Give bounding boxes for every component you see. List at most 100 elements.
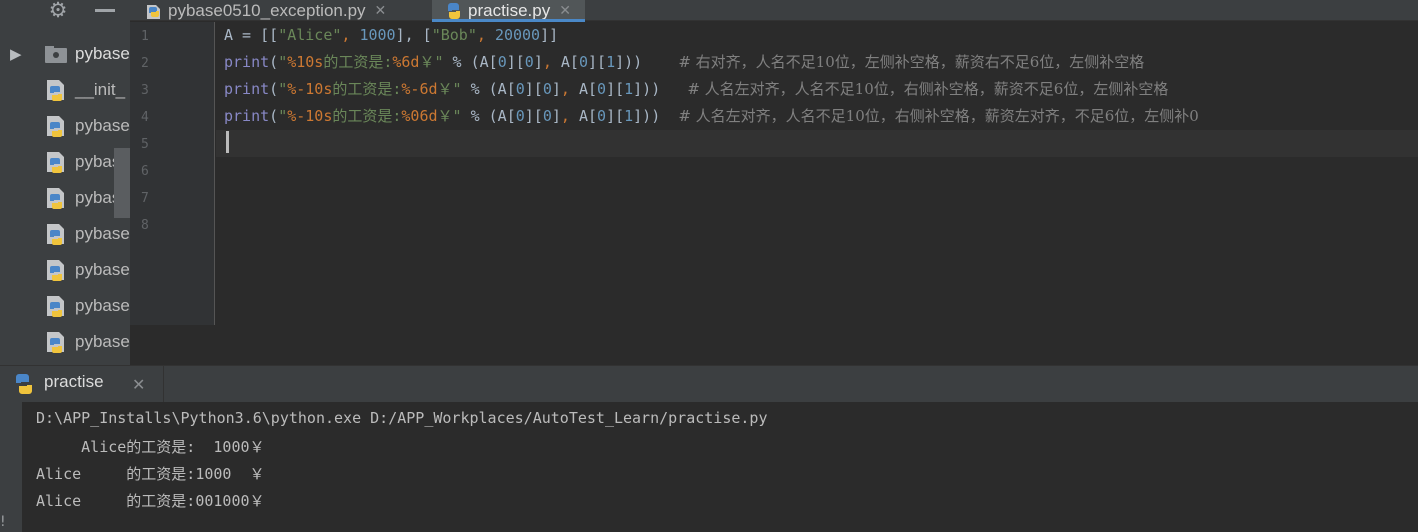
line-number: 7 (141, 191, 149, 206)
line-number-gutter: 1 2 3 4 5 6 7 8 (130, 22, 215, 325)
code-token: ][ (606, 80, 625, 98)
code-line[interactable]: print("%-10s的工资是:%-6d￥" % (A[0][0], A[0]… (216, 76, 1418, 103)
code-token: ][ (588, 53, 607, 71)
code-token: ])) (633, 107, 679, 125)
sidebar-toolbar: ⚙ (0, 0, 130, 22)
line-number: 8 (141, 218, 149, 233)
code-token: print (224, 107, 270, 125)
tab-pybase0510-exception[interactable]: pybase0510_exception.py ✕ (144, 0, 386, 21)
code-token: A = [[ (224, 26, 279, 44)
code-token: 0 (542, 107, 552, 125)
code-token: A[ (578, 80, 598, 98)
code-token: " (278, 107, 288, 125)
tree-item[interactable]: pybase (0, 180, 130, 216)
tree-item-label: pybase (75, 296, 130, 315)
code-token: print (224, 80, 270, 98)
code-token: 0 (542, 80, 552, 98)
code-token: %6d (392, 53, 420, 71)
text-caret (226, 131, 229, 153)
close-icon[interactable]: ✕ (559, 2, 571, 19)
tree-item-label: pybase (75, 260, 130, 279)
code-token: 的工资是: (332, 107, 402, 125)
tree-item[interactable]: pybase (0, 288, 130, 324)
code-token: % (A[ (443, 53, 498, 71)
python-file-icon (47, 332, 64, 353)
code-token: 1 (624, 80, 634, 98)
tab-label: practise.py (468, 0, 551, 20)
python-file-icon (448, 2, 460, 19)
code-token: ] (533, 53, 543, 71)
code-token: 的工资是: (332, 80, 402, 98)
code-token: ][ (524, 107, 543, 125)
tree-item-label: pybase (75, 116, 130, 135)
python-file-icon (47, 260, 64, 281)
code-token: 1 (606, 53, 616, 71)
python-file-icon (47, 80, 64, 101)
tree-item[interactable]: ▶ pybase (0, 36, 130, 72)
run-tab-label: practise (44, 372, 104, 391)
code-line[interactable]: print("%10s的工资是:%6d￥" % (A[0][0], A[0][1… (216, 49, 1418, 76)
tree-item[interactable]: pybase (0, 252, 130, 288)
code-token: "Alice" (278, 26, 342, 44)
tree-item[interactable]: pybase (0, 108, 130, 144)
project-sidebar: ⚙ ▶ pybase __init_ pybase pybase pybase pybase… (0, 0, 130, 365)
current-code-line[interactable] (216, 130, 1418, 157)
sidebar-scrollbar[interactable] (114, 148, 130, 218)
close-icon[interactable]: ✕ (375, 2, 387, 19)
expand-arrow-icon[interactable]: ▶ (10, 45, 22, 63)
code-token: print (224, 53, 270, 71)
code-token: 0 (524, 53, 534, 71)
code-token: %-10s (287, 80, 333, 98)
code-token: 的工资是: (323, 53, 393, 71)
code-token: ￥" (437, 107, 462, 125)
code-comment: # 右对齐，人名不足10位，左侧补空格，薪资右不足6位，左侧补空格 (678, 53, 1145, 71)
code-token: %-10s (287, 107, 333, 125)
run-console[interactable]: D:\APP_Installs\Python3.6\python.exe D:/… (22, 402, 1418, 532)
code-token: ], [ (395, 26, 432, 44)
code-token: %06d (401, 107, 438, 125)
code-line[interactable]: print("%-10s的工资是:%06d￥" % (A[0][0], A[0]… (216, 103, 1418, 130)
python-file-icon (47, 296, 64, 317)
code-token: , (560, 107, 579, 125)
run-toolbar: ! (0, 402, 22, 532)
code-line[interactable]: A = [["Alice", 1000], ["Bob", 20000]] (216, 22, 1418, 49)
line-number: 1 (141, 29, 149, 44)
tree-item-label: pybase (75, 224, 130, 243)
gear-icon[interactable]: ⚙ (44, 0, 72, 22)
console-line: Alice的工资是: 1000￥ (36, 438, 265, 456)
code-line[interactable] (216, 157, 1418, 184)
python-file-icon (47, 152, 64, 173)
tree-item[interactable]: pybase (0, 324, 130, 360)
code-line[interactable] (216, 211, 1418, 238)
console-line: Alice 的工资是:001000￥ (36, 492, 265, 510)
run-panel-header: practise ✕ (0, 365, 1418, 403)
python-file-icon (147, 4, 160, 19)
code-token: ])) (633, 80, 688, 98)
tree-item-label: pybase (75, 332, 130, 351)
code-comment: # 人名左对齐，人名不足10位，右侧补空格，薪资左对齐，不足6位，左侧补0 (678, 107, 1199, 125)
folder-icon (45, 46, 67, 63)
code-line[interactable] (216, 184, 1418, 211)
tab-practise[interactable]: practise.py ✕ (432, 0, 585, 22)
code-token: ( (269, 107, 279, 125)
line-number: 5 (141, 137, 149, 152)
code-token: ( (269, 53, 279, 71)
editor-tab-bar: pybase0510_exception.py ✕ practise.py ✕ (130, 0, 1418, 22)
tree-item[interactable]: pybase (0, 216, 130, 252)
python-file-icon (47, 116, 64, 137)
tree-item[interactable]: __init_ (0, 72, 130, 108)
code-token: " (278, 53, 288, 71)
run-tab-practise[interactable]: practise ✕ (0, 366, 164, 403)
console-line: Alice 的工资是:1000 ￥ (36, 465, 265, 483)
code-token: A[ (560, 53, 579, 71)
code-token: %-6d (401, 80, 438, 98)
python-icon (16, 374, 32, 394)
run-toolbar-partial-icon: ! (0, 514, 6, 530)
code-token: , (542, 53, 561, 71)
code-token: %10s (287, 53, 324, 71)
tree-item[interactable]: pybase (0, 144, 130, 180)
minimize-icon[interactable] (92, 0, 118, 20)
code-editor[interactable]: A = [["Alice", 1000], ["Bob", 20000]] pri… (216, 22, 1418, 325)
close-icon[interactable]: ✕ (132, 375, 145, 394)
code-token: 0 (497, 53, 507, 71)
